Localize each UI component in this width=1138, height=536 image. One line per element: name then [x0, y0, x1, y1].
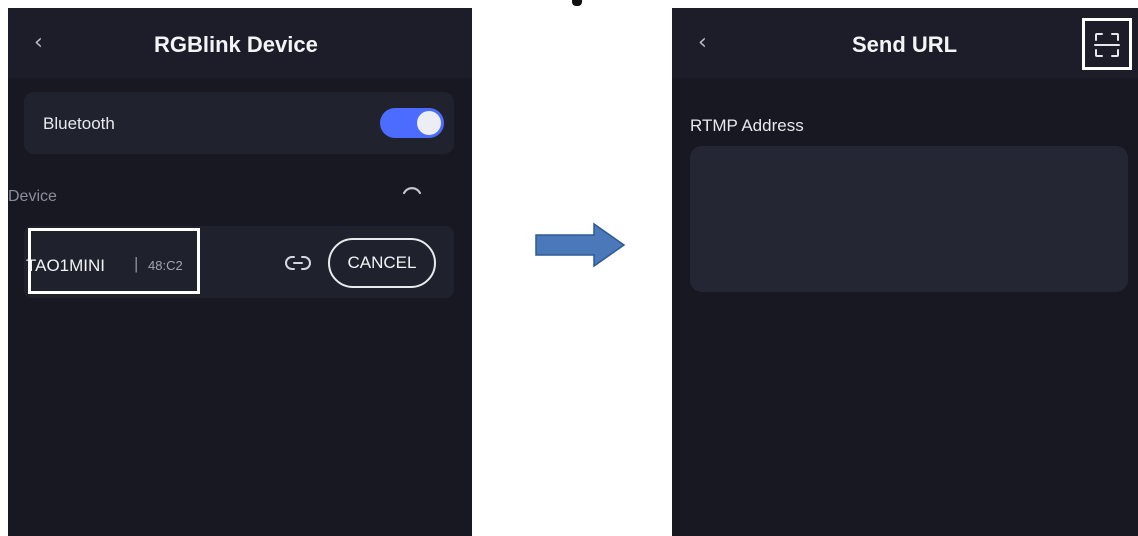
bluetooth-toggle[interactable] [380, 108, 444, 138]
back-chevron-icon[interactable]: ‹ [34, 32, 43, 54]
back-chevron-icon[interactable]: ‹ [698, 32, 707, 54]
page-title: Send URL [852, 32, 958, 57]
page-title: RGBlink Device [154, 32, 318, 57]
loading-spinner-icon [402, 187, 422, 195]
bluetooth-card: Bluetooth [24, 92, 454, 154]
cancel-button[interactable]: CANCEL [328, 238, 436, 288]
right-arrow-icon [535, 222, 626, 268]
decorative-notch [572, 0, 582, 6]
canvas: ‹ RGBlink Device Bluetooth Device TAO1MI… [0, 0, 1138, 536]
highlight-box-device-name [28, 228, 200, 294]
toggle-knob [417, 111, 441, 135]
rtmp-address-label: RTMP Address [690, 116, 804, 135]
link-icon[interactable] [284, 253, 312, 273]
navbar: ‹ Send URL [672, 8, 1138, 78]
device-section-label: Device [8, 188, 57, 205]
navbar: ‹ RGBlink Device [8, 8, 472, 78]
rtmp-address-input[interactable] [690, 146, 1128, 292]
rgblink-device-screen: ‹ RGBlink Device Bluetooth Device TAO1MI… [8, 8, 472, 536]
send-url-screen: ‹ Send URL RTMP Address [672, 8, 1138, 536]
bluetooth-label: Bluetooth [43, 114, 115, 133]
scan-qr-icon[interactable] [1094, 32, 1120, 58]
